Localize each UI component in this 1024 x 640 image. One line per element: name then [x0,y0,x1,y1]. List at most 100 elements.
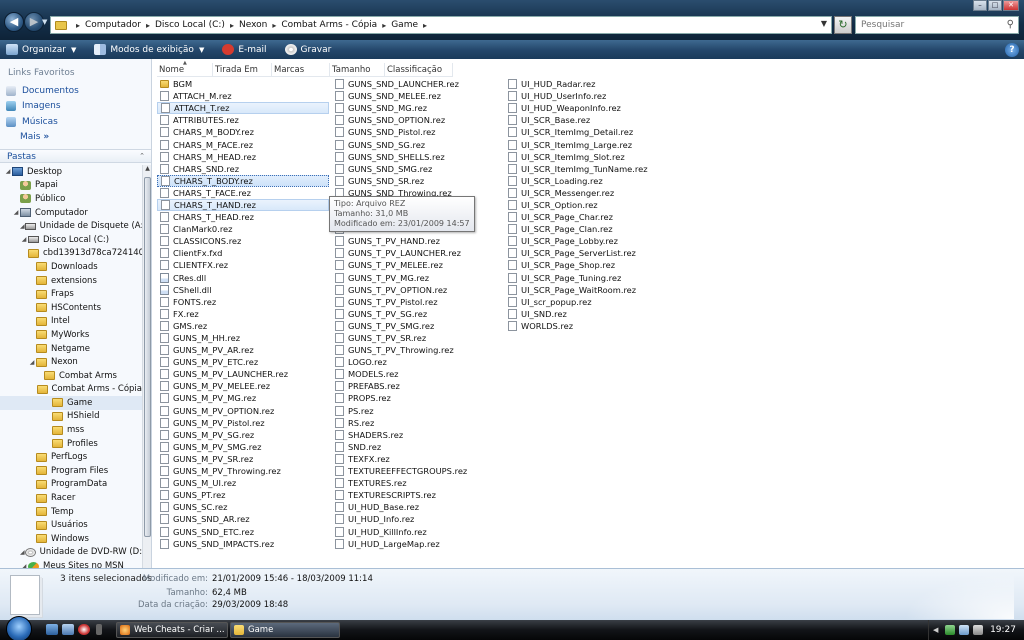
tree-item[interactable]: ◢ Unidade de Disquete (A:) [0,219,142,233]
maximize-button[interactable]: □ [988,0,1002,11]
browser-icon[interactable] [78,624,90,635]
task-game[interactable]: Game [230,622,340,638]
address-dropdown-icon[interactable]: ▼ [821,19,827,28]
file-item[interactable]: GUNS_M_PV_SMG.rez [157,441,329,453]
file-item[interactable]: GUNS_M_PV_ETC.rez [157,356,329,368]
tray-expand-icon[interactable]: ◀ [933,626,943,636]
file-item[interactable]: BGM [157,78,329,90]
tree-item[interactable]: Usuários [0,518,142,532]
help-button[interactable]: ? [1005,43,1019,57]
breadcrumb-separator-icon[interactable]: ▸ [146,21,150,30]
file-item[interactable]: SHADERS.rez [332,429,504,441]
tree-item[interactable]: Netgame [0,342,142,356]
file-item[interactable]: GUNS_SND_ETC.rez [157,525,329,537]
network-icon[interactable] [945,625,955,635]
file-item[interactable]: UI_SCR_Page_ServerList.rez [505,247,677,259]
tree-item[interactable]: Racer [0,491,142,505]
recent-pages-dropdown-icon[interactable]: ▼ [42,18,47,26]
refresh-button[interactable]: ↻ [834,16,852,34]
tree-item[interactable]: ◢ Desktop [0,165,142,179]
file-item[interactable]: UI_SCR_ItemImg_Large.rez [505,138,677,150]
tree-item[interactable]: HSContents [0,301,142,315]
file-item[interactable]: CHARS_M_HEAD.rez [157,151,329,163]
clock[interactable]: 19:27 [990,625,1016,635]
expand-triangle-icon[interactable]: ◢ [20,236,28,243]
file-item[interactable]: RS.rez [332,417,504,429]
show-desktop-icon[interactable] [46,624,58,635]
file-item[interactable]: GUNS_M_PV_SR.rez [157,453,329,465]
breadcrumb-separator-icon[interactable]: ▸ [423,21,427,30]
volume-icon[interactable] [973,625,983,635]
file-item[interactable]: UI_SCR_Page_WaitRoom.rez [505,284,677,296]
file-item[interactable]: CHARS_T_HAND.rez [157,198,329,212]
file-item[interactable]: CHARS_T_FACE.rez [157,187,329,199]
file-item[interactable]: UI_SCR_Page_Tuning.rez [505,272,677,284]
minimize-button[interactable]: – [973,0,987,11]
search-input[interactable] [861,20,1001,30]
file-item[interactable]: GUNS_M_PV_LAUNCHER.rez [157,368,329,380]
file-item[interactable]: UI_HUD_UserInfo.rez [505,90,677,102]
file-item[interactable]: UI_SCR_Page_Lobby.rez [505,235,677,247]
favorite-link-documents[interactable]: Documentos [6,84,79,98]
file-item[interactable]: UI_SCR_ItemImg_TunName.rez [505,163,677,175]
file-item[interactable]: GUNS_M_PV_SG.rez [157,429,329,441]
email-button[interactable]: E-mail [222,44,267,55]
file-item[interactable]: TEXFX.rez [332,453,504,465]
column-header-size[interactable]: Tamanho [330,63,385,77]
file-item[interactable]: UI_HUD_Base.rez [332,501,504,513]
tree-item[interactable]: ◢ Meus Sites no MSN [0,559,142,568]
back-button[interactable]: ◀ [4,12,24,32]
search-icon[interactable]: ⚲ [1007,19,1014,30]
tree-item[interactable]: PerfLogs [0,450,142,464]
tree-item[interactable]: Game [0,396,142,410]
tree-item[interactable]: Papai [0,179,142,193]
file-item[interactable]: GUNS_T_PV_Pistol.rez [332,296,504,308]
expand-triangle-icon[interactable]: ◢ [4,168,12,175]
file-item[interactable]: ATTACH_T.rez [157,102,329,115]
file-item[interactable]: GUNS_T_PV_MG.rez [332,272,504,284]
expand-triangle-icon[interactable]: ◢ [12,209,20,216]
file-item[interactable]: UI_SCR_Page_Clan.rez [505,223,677,235]
column-header-tags[interactable]: Marcas [272,63,330,77]
file-item[interactable]: GUNS_M_PV_MG.rez [157,392,329,404]
file-item[interactable]: GUNS_SND_Pistol.rez [332,126,504,138]
tree-item[interactable]: extensions [0,274,142,288]
file-item[interactable]: GUNS_M_PV_Throwing.rez [157,465,329,477]
tree-item[interactable]: mss [0,423,142,437]
file-item[interactable]: PREFABS.rez [332,380,504,392]
breadcrumb-disk[interactable]: Disco Local (C:) [155,20,225,30]
column-header-name[interactable]: ▲ Nome [157,60,213,77]
file-item[interactable]: CHARS_SND.rez [157,163,329,175]
tree-item[interactable]: ◢ Unidade de DVD-RW (D:) [0,546,142,560]
tree-item[interactable]: Downloads [0,260,142,274]
file-item[interactable]: GUNS_SND_OPTION.rez [332,114,504,126]
file-item[interactable]: GMS.rez [157,320,329,332]
file-item[interactable]: GUNS_T_PV_SR.rez [332,332,504,344]
file-item[interactable]: UI_HUD_KillInfo.rez [332,525,504,537]
file-item[interactable]: GUNS_T_PV_HAND.rez [332,235,504,247]
file-item[interactable]: UI_HUD_Radar.rez [505,78,677,90]
tree-item[interactable]: MyWorks [0,328,142,342]
tree-item[interactable]: Profiles [0,437,142,451]
tree-item[interactable]: HShield [0,410,142,424]
file-item[interactable]: CLASSICONS.rez [157,235,329,247]
favorite-link-pictures[interactable]: Imagens [6,99,61,113]
favorite-link-music[interactable]: Músicas [6,115,58,129]
file-item[interactable]: GUNS_T_PV_MELEE.rez [332,259,504,271]
file-item[interactable]: CHARS_T_BODY.rez [157,174,329,187]
file-item[interactable]: ATTRIBUTES.rez [157,114,329,126]
tree-item[interactable]: ◢ Disco Local (C:) [0,233,142,247]
breadcrumb-game[interactable]: Game [391,20,418,30]
tree-item[interactable]: cbd13913d78ca7241403f [0,247,142,261]
file-item[interactable]: GUNS_M_PV_MELEE.rez [157,380,329,392]
file-item[interactable]: FONTS.rez [157,296,329,308]
file-item[interactable]: GUNS_T_PV_Throwing.rez [332,344,504,356]
switch-windows-icon[interactable] [62,624,74,635]
file-item[interactable]: GUNS_SC.rez [157,501,329,513]
file-item[interactable]: GUNS_SND_LAUNCHER.rez [332,78,504,90]
views-button[interactable]: Modos de exibição ▼ [94,44,204,55]
folders-header[interactable]: Pastas ⌃ [0,149,151,163]
file-item[interactable]: UI_SCR_Page_Shop.rez [505,259,677,271]
file-item[interactable]: LOGO.rez [332,356,504,368]
file-item[interactable]: GUNS_M_PV_AR.rez [157,344,329,356]
